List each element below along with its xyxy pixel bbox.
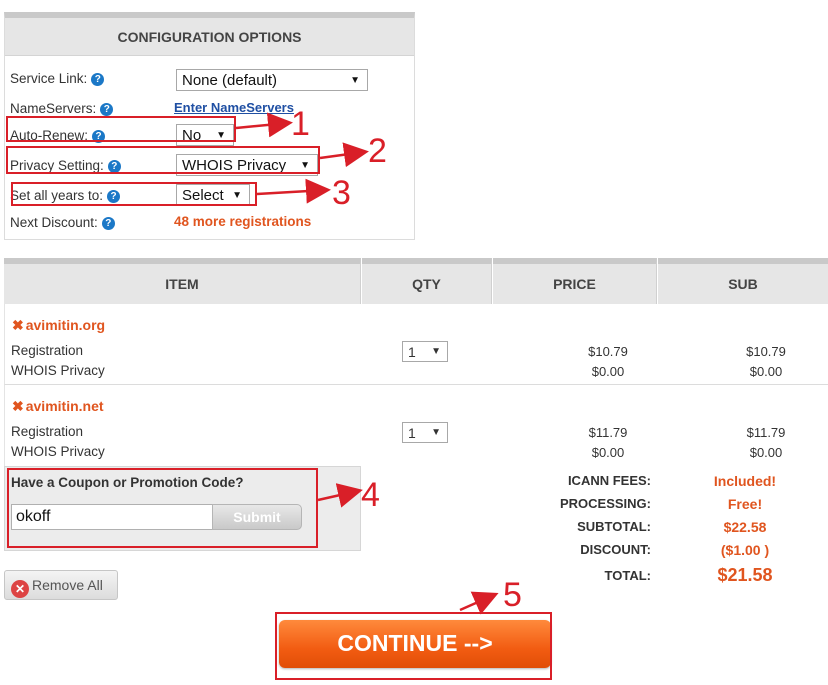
- annotation-box-continue: [275, 612, 552, 680]
- total-label: TOTAL:: [604, 568, 651, 583]
- help-icon[interactable]: ?: [101, 217, 115, 230]
- column-header-sub: SUB: [658, 258, 828, 304]
- enter-nameservers-link[interactable]: Enter NameServers: [174, 100, 294, 115]
- subtotal-value: $22.58: [723, 519, 767, 535]
- chevron-down-icon: ▼: [431, 427, 441, 438]
- configuration-options-title: CONFIGURATION OPTIONS: [5, 18, 414, 56]
- cart-item-domain: ✖ avimitin.net: [12, 398, 104, 415]
- discount-label: DISCOUNT:: [580, 542, 651, 557]
- service-link-select[interactable]: None (default) ▼: [176, 69, 368, 91]
- chevron-down-icon: ▼: [431, 346, 441, 357]
- line-registration: Registration: [11, 343, 84, 358]
- remove-all-button[interactable]: ✕ Remove All: [4, 570, 118, 600]
- help-icon[interactable]: ?: [100, 103, 114, 116]
- discount-value: ($1.00 ): [720, 542, 770, 558]
- sub-value: $0.00: [749, 364, 783, 379]
- annotation-box-auto-renew: [6, 116, 236, 142]
- remove-all-label: Remove All: [32, 577, 103, 593]
- quantity-value: 1: [408, 425, 416, 441]
- line-registration: Registration: [11, 424, 84, 439]
- column-header-qty: QTY: [362, 258, 492, 304]
- annotation-number-2: 2: [368, 132, 387, 170]
- nameservers-row: NameServers:?: [10, 101, 114, 116]
- sub-value: $0.00: [749, 445, 783, 460]
- line-whois-privacy: WHOIS Privacy: [11, 363, 105, 378]
- processing-value: Free!: [727, 496, 763, 512]
- cart-item: ✖ avimitin.org Registration WHOIS Privacy…: [4, 304, 828, 385]
- sub-value: $10.79: [746, 344, 786, 359]
- cart-item: ✖ avimitin.net Registration WHOIS Privacy…: [4, 385, 828, 466]
- domain-name: avimitin.net: [25, 398, 104, 414]
- total-value: $21.58: [717, 565, 773, 585]
- annotation-box-coupon: [7, 468, 318, 548]
- subtotal-label: SUBTOTAL:: [577, 519, 651, 534]
- next-discount-value: 48 more registrations: [174, 214, 312, 229]
- quantity-value: 1: [408, 344, 416, 360]
- next-discount-label: Next Discount:: [10, 215, 98, 230]
- chevron-down-icon: ▼: [350, 75, 360, 86]
- remove-item-icon[interactable]: ✖: [12, 398, 24, 414]
- sub-value: $11.79: [746, 425, 786, 440]
- processing-label: PROCESSING:: [559, 496, 651, 511]
- service-link-value: None (default): [182, 72, 278, 89]
- line-whois-privacy: WHOIS Privacy: [11, 444, 105, 459]
- column-header-price: PRICE: [493, 258, 657, 304]
- help-icon[interactable]: ?: [91, 73, 105, 86]
- icann-fees-value: Included!: [713, 473, 777, 489]
- nameservers-label: NameServers:: [10, 101, 97, 116]
- remove-item-icon[interactable]: ✖: [12, 317, 24, 333]
- price-value: $0.00: [591, 445, 625, 460]
- quantity-select[interactable]: 1 ▼: [402, 422, 448, 443]
- annotation-arrow-5: [459, 591, 499, 615]
- remove-icon: ✕: [11, 580, 29, 598]
- annotation-number-5: 5: [503, 576, 522, 614]
- next-discount-row: Next Discount:?: [10, 215, 115, 230]
- icann-fees-label: ICANN FEES:: [567, 473, 651, 488]
- annotation-number-1: 1: [291, 105, 310, 143]
- cart-item-domain: ✖ avimitin.org: [12, 317, 105, 334]
- quantity-select[interactable]: 1 ▼: [402, 341, 448, 362]
- price-value: $11.79: [588, 425, 628, 440]
- service-link-label: Service Link:: [10, 71, 88, 86]
- domain-name: avimitin.org: [25, 317, 106, 333]
- annotation-box-set-years: [11, 182, 257, 206]
- annotation-number-3: 3: [332, 174, 351, 212]
- service-link-row: Service Link:?: [10, 71, 105, 86]
- annotation-number-4: 4: [361, 476, 380, 514]
- annotation-box-privacy: [6, 146, 320, 174]
- column-header-item: ITEM: [4, 258, 361, 304]
- price-value: $10.79: [588, 344, 628, 359]
- price-value: $0.00: [591, 364, 625, 379]
